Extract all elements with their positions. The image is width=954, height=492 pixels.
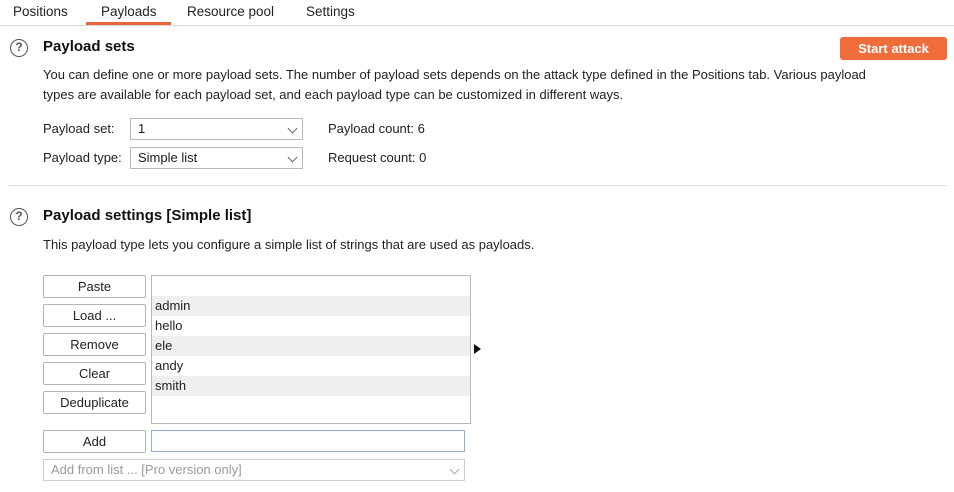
payload-set-value: 1 (138, 121, 146, 136)
list-item[interactable]: andy (152, 356, 470, 376)
clear-button[interactable]: Clear (43, 362, 146, 385)
mouse-pointer-icon (474, 344, 481, 354)
question-circle-icon[interactable]: ? (10, 208, 28, 226)
tab-positions[interactable]: Positions (13, 4, 68, 19)
start-attack-button[interactable]: Start attack (840, 37, 947, 60)
payload-sets-title: Payload sets (43, 38, 135, 55)
payload-type-value: Simple list (138, 150, 198, 165)
payload-list[interactable]: admin hello ele andy smith (151, 275, 471, 424)
payload-count-value: 6 (417, 121, 425, 136)
list-item[interactable]: ele (152, 336, 470, 356)
list-item[interactable]: admin (152, 296, 470, 316)
chevron-down-icon (287, 123, 298, 134)
payload-settings-description: This payload type lets you configure a s… (43, 237, 535, 252)
payload-sets-description: You can define one or more payload sets.… (43, 65, 943, 105)
payload-set-label: Payload set: (43, 121, 115, 136)
tab-payloads[interactable]: Payloads (101, 4, 157, 19)
list-item[interactable]: smith (152, 376, 470, 396)
payload-type-select[interactable]: Simple list (130, 147, 303, 169)
load-button[interactable]: Load ... (43, 304, 146, 327)
add-button[interactable]: Add (43, 430, 146, 453)
request-count-label: Request count: 0 (328, 150, 427, 165)
description-line-1: You can define one or more payload sets.… (43, 67, 866, 82)
list-item[interactable]: hello (152, 316, 470, 336)
chevron-down-icon (449, 464, 460, 475)
payload-count-label: Payload count: 6 (328, 121, 425, 136)
chevron-down-icon (287, 152, 298, 163)
description-line-2: types are available for each payload set… (43, 87, 624, 102)
tab-settings[interactable]: Settings (306, 4, 355, 19)
remove-button[interactable]: Remove (43, 333, 146, 356)
request-count-value: 0 (419, 150, 427, 165)
paste-button[interactable]: Paste (43, 275, 146, 298)
section-divider (9, 185, 947, 186)
add-from-list-placeholder: Add from list ... [Pro version only] (51, 462, 242, 477)
deduplicate-button[interactable]: Deduplicate (43, 391, 146, 414)
tab-bar: Positions Payloads Resource pool Setting… (0, 0, 954, 26)
payload-settings-title: Payload settings [Simple list] (43, 207, 252, 224)
active-tab-indicator (86, 22, 171, 25)
add-from-list-select: Add from list ... [Pro version only] (43, 459, 465, 481)
add-payload-input[interactable] (151, 430, 465, 452)
tab-resource-pool[interactable]: Resource pool (187, 4, 274, 19)
payload-type-label: Payload type: (43, 150, 122, 165)
payload-set-select[interactable]: 1 (130, 118, 303, 140)
question-circle-icon[interactable]: ? (10, 39, 28, 57)
